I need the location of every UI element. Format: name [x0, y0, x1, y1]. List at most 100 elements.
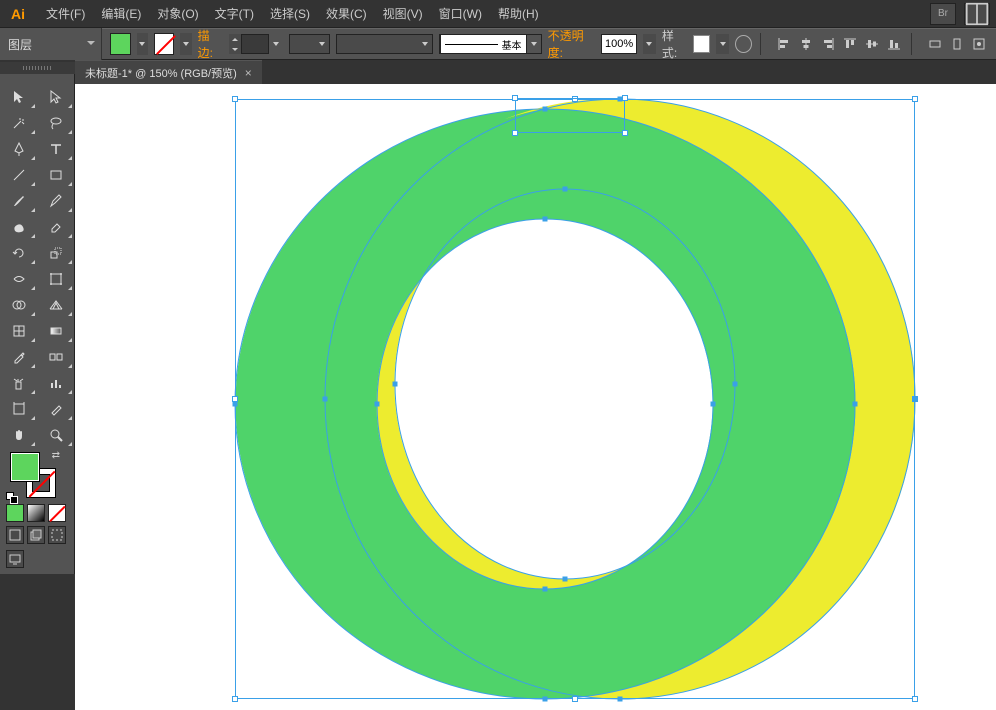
selection-handle-ne[interactable]	[912, 96, 918, 102]
var-width-profile[interactable]	[289, 34, 330, 54]
stroke-swatch[interactable]	[154, 33, 175, 55]
eyedropper-tool[interactable]	[0, 344, 37, 370]
anchor-point[interactable]	[393, 382, 398, 387]
column-graph-tool[interactable]	[37, 370, 74, 396]
pencil-tool[interactable]	[37, 188, 74, 214]
anchor-point[interactable]	[563, 187, 568, 192]
selection-tool[interactable]	[0, 84, 37, 110]
anchor-point[interactable]	[375, 402, 380, 407]
selection-handle-nw[interactable]	[232, 96, 238, 102]
rotate-tool[interactable]	[0, 240, 37, 266]
menu-view[interactable]: 视图(V)	[375, 1, 431, 26]
anchor-point[interactable]	[733, 382, 738, 387]
anchor-point[interactable]	[323, 397, 328, 402]
align-hcenter-button[interactable]	[797, 35, 815, 53]
anchor-point[interactable]	[622, 130, 628, 136]
scale-tool[interactable]	[37, 240, 74, 266]
opacity-input[interactable]: 100%	[601, 34, 637, 54]
stroke-weight[interactable]	[229, 34, 283, 54]
anchor-point[interactable]	[622, 95, 628, 101]
anchor-point[interactable]	[913, 397, 918, 402]
tool-panel-grip[interactable]	[0, 62, 75, 74]
anchor-point[interactable]	[543, 107, 548, 112]
anchor-point[interactable]	[543, 697, 548, 702]
fill-dropdown[interactable]	[137, 33, 148, 55]
graphic-style-swatch[interactable]	[693, 35, 710, 53]
align-right-button[interactable]	[819, 35, 837, 53]
menu-file[interactable]: 文件(F)	[38, 1, 93, 26]
menu-select[interactable]: 选择(S)	[262, 1, 318, 26]
gradient-mode-button[interactable]	[27, 504, 45, 522]
anchor-point[interactable]	[618, 97, 623, 102]
rectangle-tool[interactable]	[37, 162, 74, 188]
layers-panel-tab[interactable]: 图层	[0, 28, 102, 60]
symbol-sprayer-tool[interactable]	[0, 370, 37, 396]
magic-wand-tool[interactable]	[0, 110, 37, 136]
pen-tool[interactable]	[0, 136, 37, 162]
stroke-dropdown[interactable]	[180, 33, 191, 55]
menu-object[interactable]: 对象(O)	[149, 1, 206, 26]
default-fill-stroke-icon[interactable]	[6, 492, 18, 504]
fill-stroke-indicator[interactable]: ⇄	[0, 448, 74, 504]
transform-h-button[interactable]	[948, 35, 966, 53]
width-tool[interactable]	[0, 266, 37, 292]
document-tab[interactable]: 未标题-1* @ 150% (RGB/预览) ×	[75, 60, 262, 84]
menu-effect[interactable]: 效果(C)	[318, 1, 375, 26]
draw-behind-button[interactable]	[27, 526, 45, 544]
fill-swatch[interactable]	[110, 33, 131, 55]
gradient-tool[interactable]	[37, 318, 74, 344]
style-dropdown[interactable]	[716, 34, 729, 54]
bridge-button[interactable]: Br	[930, 3, 956, 25]
shape-builder-tool[interactable]	[0, 292, 37, 318]
tab-close-button[interactable]: ×	[245, 66, 252, 80]
fill-color-box[interactable]	[10, 452, 40, 482]
align-left-button[interactable]	[775, 35, 793, 53]
inner-selection-box[interactable]	[515, 98, 625, 133]
slice-tool[interactable]	[37, 396, 74, 422]
opacity-dropdown[interactable]	[643, 34, 656, 54]
menu-help[interactable]: 帮助(H)	[490, 1, 547, 26]
blob-brush-tool[interactable]	[0, 214, 37, 240]
direct-selection-tool[interactable]	[37, 84, 74, 110]
screen-mode-button[interactable]	[6, 550, 24, 568]
artboard-tool[interactable]	[0, 396, 37, 422]
mesh-tool[interactable]	[0, 318, 37, 344]
perspective-grid-tool[interactable]	[37, 292, 74, 318]
draw-normal-button[interactable]	[6, 526, 24, 544]
color-mode-button[interactable]	[6, 504, 24, 522]
align-bottom-button[interactable]	[885, 35, 903, 53]
transform-w-button[interactable]	[926, 35, 944, 53]
canvas[interactable]	[75, 84, 996, 710]
type-tool[interactable]	[37, 136, 74, 162]
anchor-point[interactable]	[512, 95, 518, 101]
zoom-tool[interactable]	[37, 422, 74, 448]
none-mode-button[interactable]	[48, 504, 66, 522]
lasso-tool[interactable]	[37, 110, 74, 136]
arrange-docs-button[interactable]	[964, 3, 990, 25]
selection-handle-s[interactable]	[572, 696, 578, 702]
align-top-button[interactable]	[841, 35, 859, 53]
stroke-profile-dropdown[interactable]	[336, 34, 433, 54]
anchor-point[interactable]	[233, 402, 238, 407]
anchor-point[interactable]	[543, 217, 548, 222]
menu-edit[interactable]: 编辑(E)	[93, 1, 149, 26]
swap-fill-stroke-icon[interactable]: ⇄	[52, 450, 60, 461]
anchor-point[interactable]	[563, 577, 568, 582]
anchor-point[interactable]	[853, 402, 858, 407]
menu-window[interactable]: 窗口(W)	[431, 1, 490, 26]
isolate-button[interactable]	[970, 35, 988, 53]
free-transform-tool[interactable]	[37, 266, 74, 292]
eraser-tool[interactable]	[37, 214, 74, 240]
anchor-point[interactable]	[618, 697, 623, 702]
recolor-icon[interactable]	[735, 35, 752, 53]
selection-handle-sw[interactable]	[232, 696, 238, 702]
anchor-point[interactable]	[543, 587, 548, 592]
hand-tool[interactable]	[0, 422, 37, 448]
selection-handle-se[interactable]	[912, 696, 918, 702]
anchor-point[interactable]	[711, 402, 716, 407]
brush-def-dropdown[interactable]: 基本	[439, 34, 542, 54]
anchor-point[interactable]	[512, 130, 518, 136]
selection-bounding-box[interactable]	[235, 99, 915, 699]
menu-type[interactable]: 文字(T)	[207, 1, 262, 26]
paintbrush-tool[interactable]	[0, 188, 37, 214]
